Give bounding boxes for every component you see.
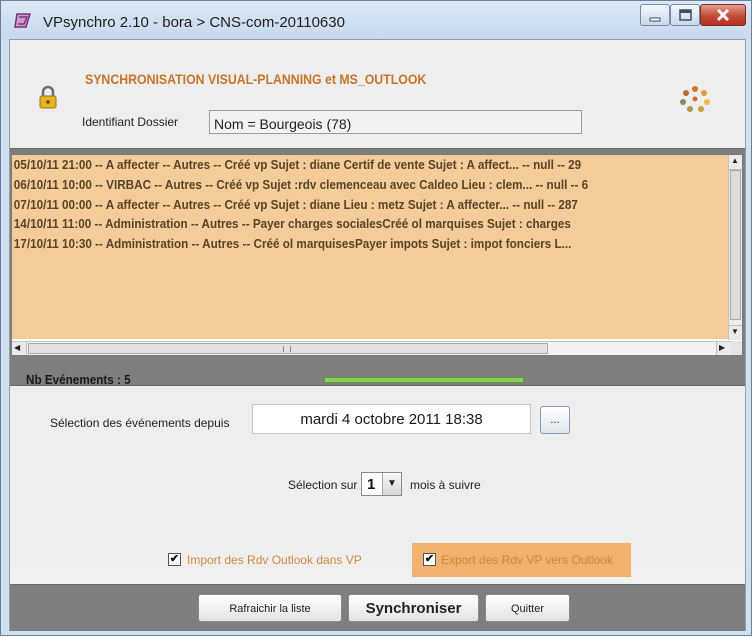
selection-label: Sélection sur: [288, 478, 358, 492]
events-rows: 05/10/11 21:00 -- A affecter -- Autres -…: [12, 155, 731, 340]
header-panel: SYNCHRONISATION VISUAL-PLANNING et MS_OU…: [10, 40, 745, 148]
months-after-label: mois à suivre: [410, 478, 481, 492]
synchronize-button[interactable]: Synchroniser: [348, 594, 479, 622]
minimize-button[interactable]: [640, 4, 670, 26]
grip-icon: [283, 346, 291, 352]
quit-button[interactable]: Quitter: [485, 594, 570, 622]
close-button[interactable]: [700, 4, 746, 26]
scroll-right-button[interactable]: ▶: [716, 342, 731, 355]
minimize-icon: [649, 17, 661, 22]
horizontal-scroll-thumb[interactable]: [28, 343, 548, 354]
options-panel: Sélection des événements depuis mardi 4 …: [10, 386, 745, 568]
event-row[interactable]: 17/10/11 10:30 -- Administration -- Autr…: [12, 236, 731, 255]
lock-icon: [39, 85, 57, 109]
import-checkbox[interactable]: ✔: [168, 553, 181, 566]
maximize-button[interactable]: [670, 4, 700, 26]
import-label[interactable]: Import des Rdv Outlook dans VP: [187, 553, 362, 567]
months-value: 1: [367, 476, 376, 493]
close-icon: [716, 8, 730, 22]
refresh-button[interactable]: Rafraichir la liste: [198, 594, 342, 622]
scroll-up-button[interactable]: ▲: [729, 155, 742, 170]
months-select[interactable]: 1 ▼: [361, 472, 402, 496]
since-label: Sélection des événements depuis: [50, 416, 230, 430]
event-row-text: 07/10/11 00:00 -- A affecter -- Autres -…: [13, 197, 578, 212]
date-picker-button[interactable]: ...: [540, 406, 570, 434]
activity-dots-icon: [680, 86, 710, 112]
window-title: VPsynchro 2.10 - bora > CNS-com-20110630: [43, 14, 345, 31]
scroll-corner: [731, 341, 742, 355]
vertical-scroll-thumb[interactable]: [730, 170, 741, 320]
events-panel: 05/10/11 21:00 -- A affecter -- Autres -…: [10, 148, 745, 387]
event-row[interactable]: 06/10/11 10:00 -- VIRBAC -- Autres -- Cr…: [12, 177, 731, 196]
arrow-right-icon: ▶: [719, 343, 726, 352]
title-bar[interactable]: VPsynchro 2.10 - bora > CNS-com-20110630: [1, 1, 751, 39]
export-label[interactable]: Export des Rdv VP vers Outlook: [441, 553, 613, 567]
vertical-scrollbar[interactable]: ▲ ▼: [728, 155, 742, 340]
arrow-down-icon: ▼: [731, 327, 739, 336]
arrow-left-icon: ◀: [14, 343, 21, 352]
page-title: SYNCHRONISATION VISUAL-PLANNING et MS_OU…: [85, 71, 427, 87]
footer-bar: Rafraichir la liste Synchroniser Quitter: [10, 584, 745, 631]
event-row[interactable]: 07/10/11 00:00 -- A affecter -- Autres -…: [12, 197, 731, 216]
event-row-text: 14/10/11 11:00 -- Administration -- Autr…: [13, 216, 571, 231]
horizontal-scrollbar[interactable]: ◀ ▶: [12, 341, 731, 355]
progress-fill: [325, 378, 523, 382]
event-row-text: 06/10/11 10:00 -- VIRBAC -- Autres -- Cr…: [13, 177, 589, 192]
scroll-down-button[interactable]: ▼: [729, 325, 742, 340]
app-window: VPsynchro 2.10 - bora > CNS-com-20110630…: [0, 0, 752, 636]
event-row-text: 05/10/11 21:00 -- A affecter -- Autres -…: [13, 157, 582, 172]
event-count: Nb Evénements : 5: [26, 372, 131, 387]
event-row[interactable]: 05/10/11 21:00 -- A affecter -- Autres -…: [12, 157, 731, 176]
maximize-icon: [679, 9, 692, 21]
chevron-down-icon[interactable]: ▼: [382, 473, 401, 495]
arrow-up-icon: ▲: [731, 156, 739, 165]
export-checkbox[interactable]: ✔: [423, 553, 436, 566]
folder-id-field[interactable]: Nom = Bourgeois (78): [209, 110, 582, 134]
client-area: SYNCHRONISATION VISUAL-PLANNING et MS_OU…: [9, 39, 746, 631]
event-row-text: 17/10/11 10:30 -- Administration -- Autr…: [13, 236, 572, 251]
app-logo-icon: [14, 13, 31, 28]
since-date-field[interactable]: mardi 4 octobre 2011 18:38: [252, 404, 531, 434]
event-row[interactable]: 14/10/11 11:00 -- Administration -- Autr…: [12, 216, 731, 235]
folder-id-label: Identifiant Dossier: [82, 115, 179, 129]
events-list[interactable]: 05/10/11 21:00 -- A affecter -- Autres -…: [11, 154, 743, 356]
scroll-left-button[interactable]: ◀: [12, 342, 27, 355]
progress-bar: [324, 377, 524, 383]
